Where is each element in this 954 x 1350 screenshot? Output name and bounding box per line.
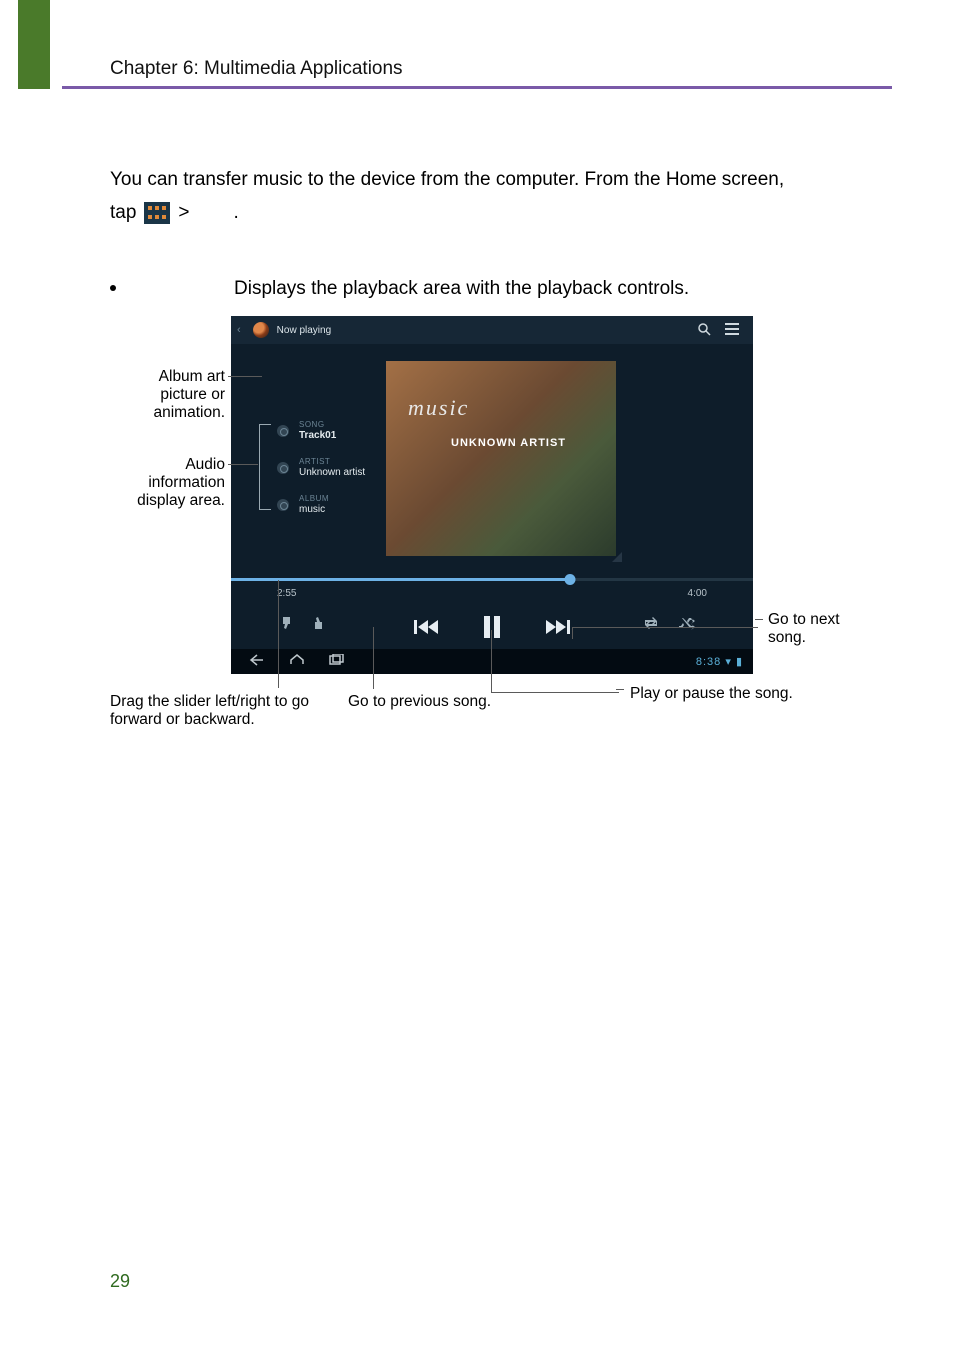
page-number: 29 xyxy=(110,1271,130,1292)
track-metadata: SONG Track01 ARTIST Unknown artist ALBUM… xyxy=(277,420,365,531)
ann-line xyxy=(228,464,258,465)
artist-label: ARTIST xyxy=(299,457,365,466)
seek-fill xyxy=(231,578,570,581)
seek-slider[interactable] xyxy=(231,578,753,581)
bullet-row: Displays the playback area with the play… xyxy=(110,278,689,300)
seek-thumb-icon[interactable] xyxy=(565,574,576,585)
ann-prev: Go to previous song. xyxy=(348,693,491,711)
apps-grid-icon xyxy=(144,202,170,224)
ann-slider: Drag the slider left/right to go forward… xyxy=(110,693,330,729)
ann-next: Go to nextsong. xyxy=(768,611,840,647)
time-total: 4:00 xyxy=(688,588,707,599)
previous-button[interactable] xyxy=(414,618,438,636)
song-label: SONG xyxy=(299,420,336,429)
back-chevron-icon[interactable]: ‹ xyxy=(237,324,241,336)
menu-icon[interactable] xyxy=(725,323,739,338)
now-playing-label: Now playing xyxy=(277,325,331,336)
album-value: music xyxy=(299,504,329,515)
artist-value: Unknown artist xyxy=(299,467,365,478)
ann-line xyxy=(616,689,624,690)
repeat-icon[interactable] xyxy=(643,616,659,635)
album-art-artist: UNKNOWN ARTIST xyxy=(451,437,566,449)
nav-back-icon[interactable] xyxy=(249,653,265,671)
album-art-word: music xyxy=(408,395,469,421)
info-knob-icon[interactable] xyxy=(277,499,289,511)
next-button[interactable] xyxy=(546,618,570,636)
side-accent-bar xyxy=(18,0,50,89)
song-value: Track01 xyxy=(299,430,336,441)
ann-line xyxy=(755,619,763,620)
bracket-line xyxy=(259,424,271,510)
intro-period: . xyxy=(234,198,239,227)
music-disc-icon xyxy=(253,322,269,338)
resize-corner-icon[interactable] xyxy=(612,552,622,562)
info-knob-icon[interactable] xyxy=(277,425,289,437)
system-navbar: 8:38 ▾ ▮ xyxy=(231,649,753,674)
nav-home-icon[interactable] xyxy=(289,653,305,671)
ann-line xyxy=(278,580,279,688)
play-pause-button[interactable] xyxy=(482,616,502,638)
status-time: 8:38 xyxy=(696,656,721,668)
info-knob-icon[interactable] xyxy=(277,462,289,474)
intro-paragraph: You can transfer music to the device fro… xyxy=(110,165,894,228)
bullet-dot xyxy=(110,285,116,291)
album-label: ALBUM xyxy=(299,494,329,503)
ann-line xyxy=(373,627,374,689)
search-icon[interactable] xyxy=(697,322,711,339)
ann-audio-info: Audioinformationdisplay area. xyxy=(110,456,225,510)
intro-tap-word: tap xyxy=(110,198,136,227)
shuffle-icon[interactable] xyxy=(679,616,695,635)
ann-line xyxy=(572,627,758,628)
intro-gt: > xyxy=(178,198,189,227)
bullet-text: Displays the playback area with the play… xyxy=(234,278,689,300)
album-art: music UNKNOWN ARTIST xyxy=(386,361,616,556)
player-screenshot: ‹ Now playing music UNKNOWN ARTIST SONG … xyxy=(231,316,753,674)
ann-line xyxy=(491,630,492,692)
ann-playpause: Play or pause the song. xyxy=(630,685,793,703)
header-underline xyxy=(62,86,892,89)
chapter-header: Chapter 6: Multimedia Applications xyxy=(110,58,403,80)
time-elapsed: 2:55 xyxy=(277,588,296,599)
battery-icon: ▮ xyxy=(736,656,743,668)
intro-line1: You can transfer music to the device fro… xyxy=(110,165,894,194)
ann-album-art: Album artpicture oranimation. xyxy=(110,368,225,422)
wifi-icon: ▾ xyxy=(725,656,732,668)
ann-line xyxy=(491,692,619,693)
player-titlebar: ‹ Now playing xyxy=(231,316,753,344)
ann-line xyxy=(572,627,573,639)
nav-recent-icon[interactable] xyxy=(329,653,345,671)
ann-line xyxy=(228,376,262,377)
